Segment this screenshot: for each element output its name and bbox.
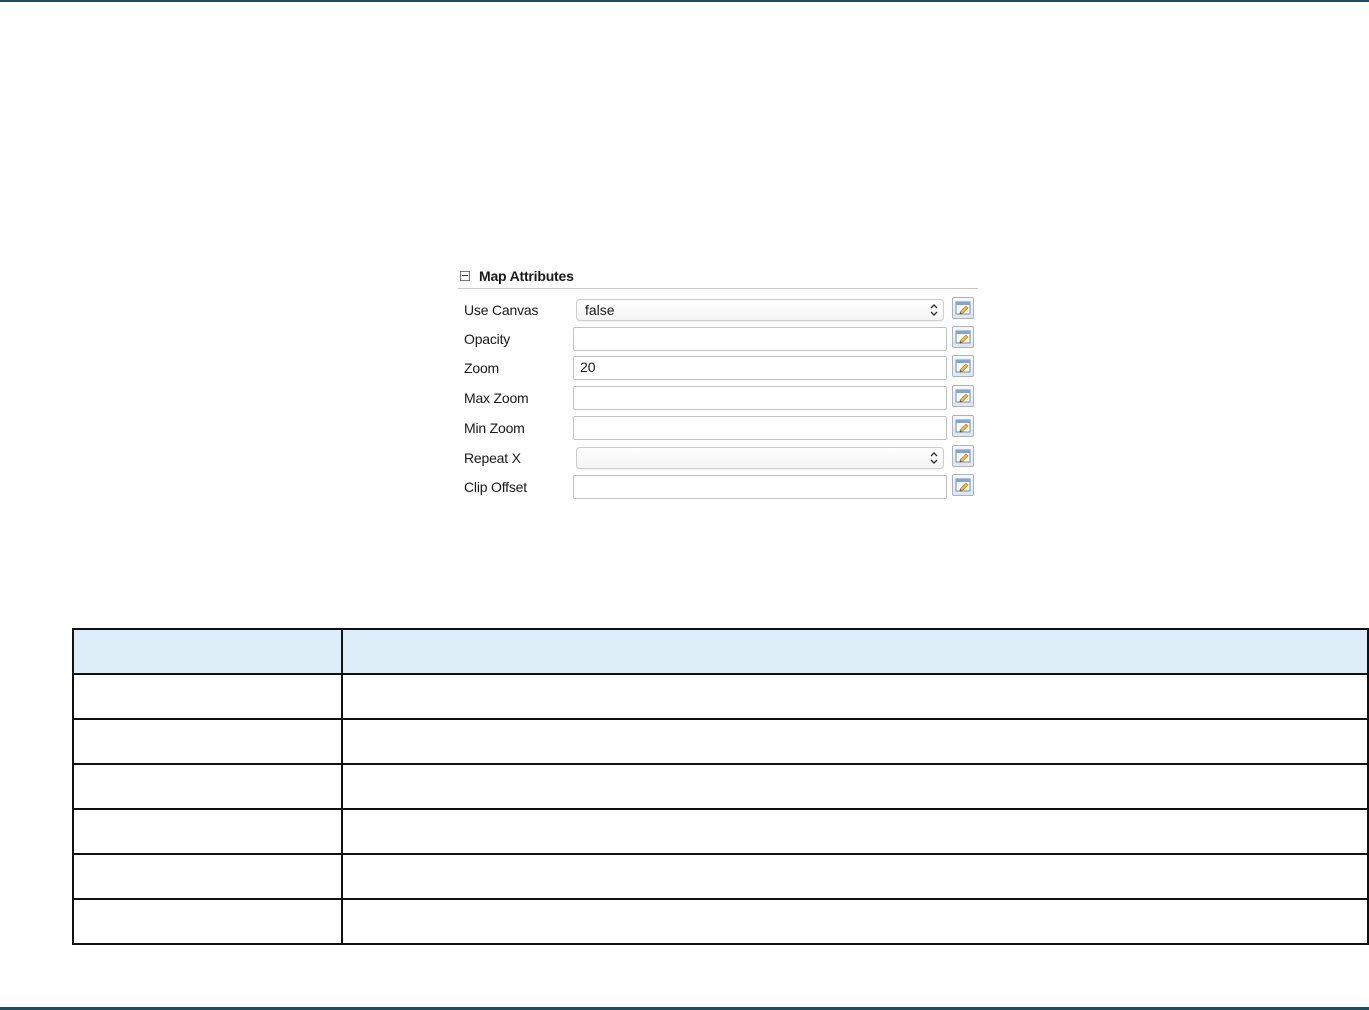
table-cell (72, 808, 343, 855)
collapse-icon[interactable] (460, 271, 470, 281)
use-canvas-value: false (585, 302, 615, 318)
table-row (72, 808, 1369, 855)
edit-property-icon (955, 301, 971, 315)
clip-offset-row: Clip Offset (456, 474, 980, 501)
clip-offset-edit-button[interactable] (952, 474, 974, 496)
use-canvas-label: Use Canvas (464, 302, 539, 318)
min-zoom-row: Min Zoom (456, 415, 980, 442)
table-header-cell (341, 628, 1369, 675)
table-cell (341, 718, 1369, 765)
max-zoom-label: Max Zoom (464, 390, 529, 406)
table-cell (72, 898, 343, 945)
chevron-updown-icon (930, 452, 938, 464)
table-cell (341, 763, 1369, 810)
table-row (72, 673, 1369, 720)
top-rule (0, 0, 1369, 2)
max-zoom-row: Max Zoom (456, 385, 980, 412)
table-cell (341, 673, 1369, 720)
min-zoom-edit-button[interactable] (952, 415, 974, 437)
clip-offset-input[interactable] (573, 475, 947, 499)
table-header-row (72, 628, 1369, 675)
min-zoom-label: Min Zoom (464, 420, 525, 436)
zoom-edit-button[interactable] (952, 355, 974, 377)
table-cell (341, 808, 1369, 855)
opacity-input[interactable] (573, 327, 947, 351)
repeat-x-label: Repeat X (464, 450, 521, 466)
use-canvas-select[interactable]: false (576, 299, 944, 321)
repeat-x-row: Repeat X (456, 445, 980, 472)
max-zoom-edit-button[interactable] (952, 385, 974, 407)
panel-title: Map Attributes (479, 268, 574, 284)
edit-property-icon (955, 478, 971, 492)
table-header-cell (72, 628, 343, 675)
edit-property-icon (955, 449, 971, 463)
table-row (72, 898, 1369, 945)
chevron-updown-icon (930, 304, 938, 316)
table-row (72, 853, 1369, 900)
opacity-edit-button[interactable] (952, 326, 974, 348)
use-canvas-row: Use Canvas false (456, 297, 980, 324)
edit-property-icon (955, 330, 971, 344)
max-zoom-input[interactable] (573, 386, 947, 410)
table-cell (341, 853, 1369, 900)
table-row (72, 718, 1369, 765)
zoom-row: Zoom 20 (456, 355, 980, 382)
clip-offset-label: Clip Offset (464, 479, 527, 495)
zoom-value: 20 (580, 359, 596, 375)
zoom-label: Zoom (464, 360, 499, 376)
table-cell (72, 853, 343, 900)
table-row (72, 763, 1369, 810)
edit-property-icon (955, 419, 971, 433)
panel-header: Map Attributes (458, 266, 978, 289)
table-cell (341, 898, 1369, 945)
repeat-x-edit-button[interactable] (952, 445, 974, 467)
opacity-label: Opacity (464, 331, 511, 347)
table-cell (72, 763, 343, 810)
table-cell (72, 718, 343, 765)
attributes-table (72, 628, 1369, 945)
edit-property-icon (955, 359, 971, 373)
repeat-x-select[interactable] (576, 447, 944, 469)
opacity-row: Opacity (456, 326, 980, 353)
table-cell (72, 673, 343, 720)
map-attributes-panel: Map Attributes Use Canvas false Opacity (456, 266, 980, 506)
use-canvas-edit-button[interactable] (952, 297, 974, 319)
min-zoom-input[interactable] (573, 416, 947, 440)
zoom-input[interactable]: 20 (573, 356, 947, 380)
edit-property-icon (955, 389, 971, 403)
